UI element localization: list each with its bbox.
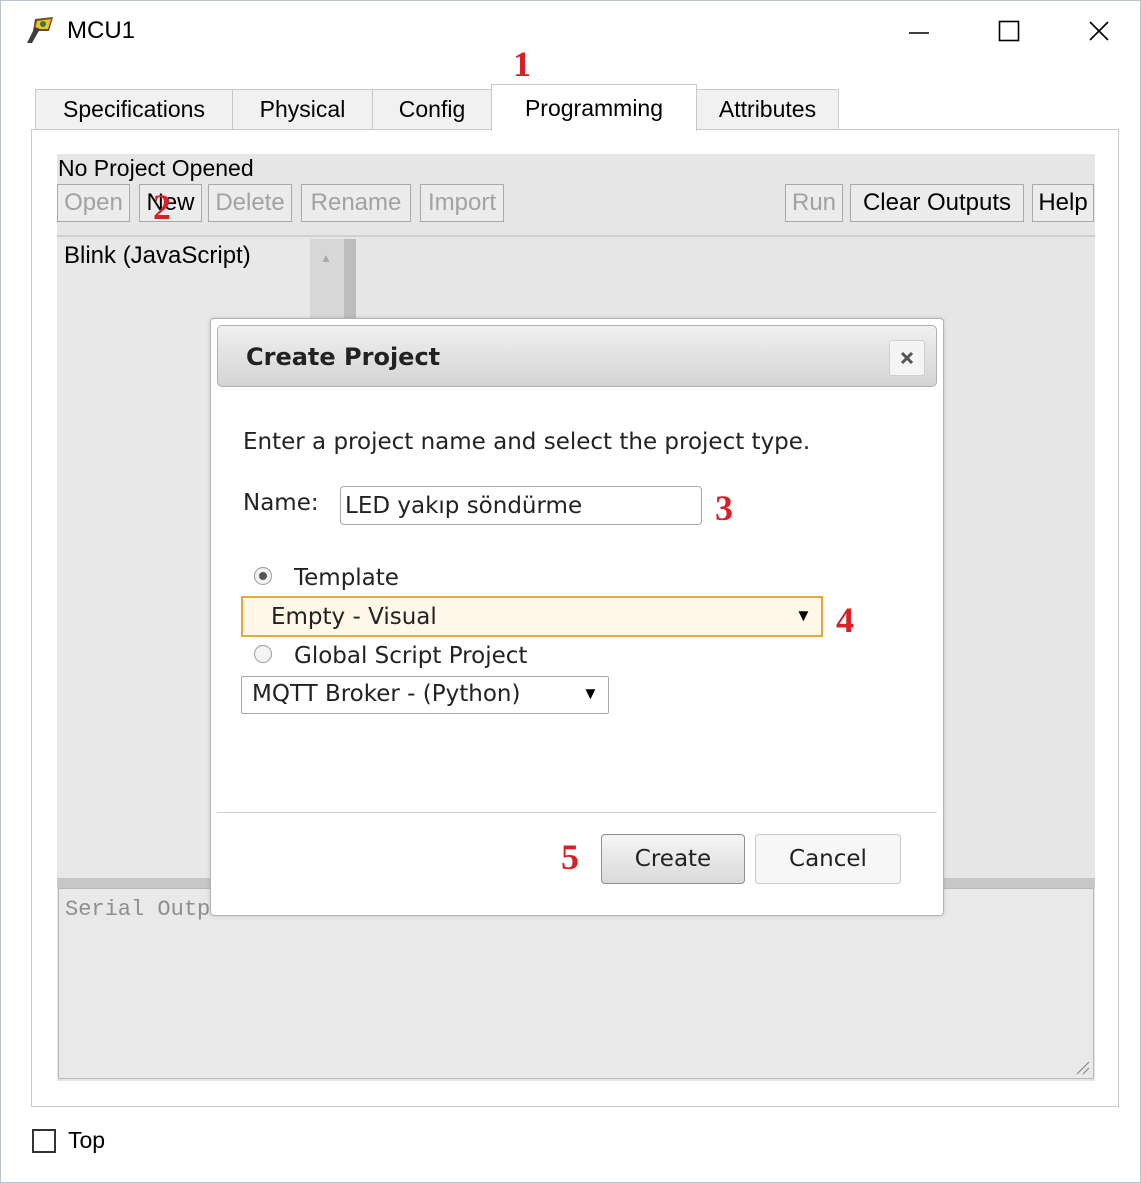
project-status: No Project Opened (58, 155, 254, 181)
tab-label: Config (398, 96, 466, 122)
global-script-radio-label: Global Script Project (294, 643, 528, 669)
annotation-5: 5 (561, 837, 579, 877)
global-script-radio[interactable] (253, 644, 273, 664)
tab-label: Physical (259, 96, 346, 122)
template-select[interactable]: Empty - Visual ▼ (241, 596, 823, 637)
dropdown-arrow-icon: ▼ (582, 684, 599, 703)
resize-grip-icon[interactable] (1074, 1059, 1090, 1075)
delete-button[interactable]: Delete (208, 184, 292, 222)
tab-physical[interactable]: Physical (232, 89, 373, 129)
tab-config[interactable]: Config (372, 89, 492, 129)
tab-specifications[interactable]: Specifications (35, 89, 233, 129)
title-bar: MCU1 (1, 1, 1140, 61)
toolbar-divider (57, 235, 1095, 237)
scroll-up-arrow-icon[interactable]: ▲ (320, 251, 332, 265)
clear-outputs-button[interactable]: Clear Outputs (850, 184, 1024, 222)
create-button[interactable]: Create (601, 834, 745, 884)
mcu1-window: MCU1 Specifications Physical Config Prog… (0, 0, 1141, 1183)
tab-label: Programming (524, 94, 664, 121)
template-radio[interactable] (253, 566, 273, 586)
template-radio-label: Template (294, 565, 399, 591)
global-script-select[interactable]: MQTT Broker - (Python) ▼ (241, 676, 609, 714)
close-icon (1089, 21, 1109, 41)
minimize-button[interactable] (889, 9, 949, 53)
annotation-1: 1 (513, 44, 531, 84)
dialog-title: Create Project (246, 343, 441, 371)
annotation-2: 2 (153, 187, 171, 227)
cancel-button[interactable]: Cancel (755, 834, 901, 884)
minimize-icon (909, 32, 929, 34)
serial-output-textarea[interactable]: Serial Output (58, 888, 1094, 1079)
tab-programming[interactable]: Programming (491, 84, 697, 131)
name-label: Name: (243, 490, 319, 516)
dropdown-arrow-icon: ▼ (795, 606, 812, 625)
help-button[interactable]: Help (1032, 184, 1094, 222)
tab-attributes[interactable]: Attributes (696, 89, 839, 129)
run-button[interactable]: Run (785, 184, 843, 222)
dialog-header: Create Project (217, 325, 937, 387)
rename-button[interactable]: Rename (301, 184, 411, 222)
dialog-close-button[interactable] (889, 340, 925, 376)
maximize-icon (998, 20, 1020, 42)
project-name-input[interactable] (340, 486, 702, 525)
tab-label: Attributes (718, 96, 817, 122)
annotation-3: 3 (715, 488, 733, 528)
window-title: MCU1 (67, 17, 136, 44)
global-script-select-value: MQTT Broker - (Python) (252, 681, 521, 707)
open-button[interactable]: Open (57, 184, 130, 222)
template-select-value: Empty - Visual (271, 604, 437, 630)
create-project-dialog: Create Project Enter a project name and … (210, 318, 944, 916)
top-checkbox-label: Top (68, 1127, 106, 1153)
app-icon (23, 15, 57, 45)
tab-label: Specifications (63, 96, 205, 122)
close-window-button[interactable] (1069, 9, 1129, 53)
list-item[interactable]: Blink (JavaScript) (64, 242, 251, 270)
maximize-button[interactable] (979, 9, 1039, 53)
dialog-instructions: Enter a project name and select the proj… (243, 429, 811, 455)
import-button[interactable]: Import (420, 184, 504, 222)
annotation-4: 4 (836, 600, 854, 640)
top-checkbox[interactable] (32, 1129, 56, 1153)
dialog-close-icon (900, 351, 914, 365)
dialog-divider (217, 812, 937, 813)
